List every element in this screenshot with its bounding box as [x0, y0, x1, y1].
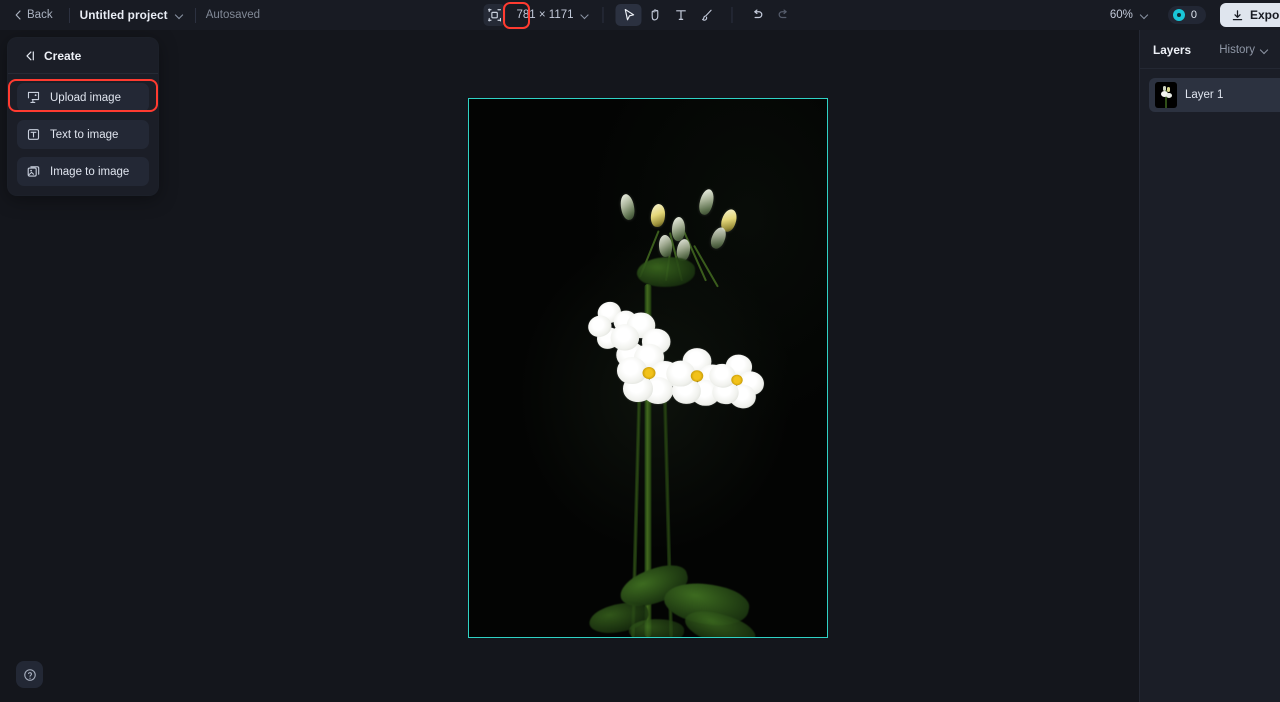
divider — [194, 7, 196, 23]
dimensions-chevron-down-icon — [582, 11, 591, 20]
download-icon — [1232, 9, 1243, 20]
create-panel-title: Create — [44, 49, 82, 63]
export-button[interactable]: Export — [1219, 3, 1280, 27]
layer-row[interactable]: Layer 1 — [1149, 78, 1280, 112]
canvas-area[interactable] — [0, 30, 1139, 702]
zoom-chevron-down-icon — [1141, 11, 1150, 20]
chevron-left-icon — [15, 10, 21, 20]
divider — [731, 7, 733, 23]
hand-tool[interactable] — [642, 4, 668, 26]
tab-layers[interactable]: Layers — [1153, 43, 1191, 57]
open-flower — [706, 351, 769, 410]
collapse-panel-icon[interactable] — [22, 50, 35, 62]
layer-name: Layer 1 — [1185, 89, 1224, 101]
help-circle-icon — [23, 668, 36, 681]
flower-center — [642, 367, 656, 379]
toolbar-right-group: 60% 0 Export — [1110, 0, 1280, 30]
artboard[interactable] — [468, 98, 828, 638]
app-root: Back Untitled project Autosaved 781 × 11… — [0, 0, 1280, 702]
divider — [68, 7, 70, 23]
create-panel: Create Upload image Text to image Image … — [7, 37, 159, 196]
layers-list: Layer 1 — [1140, 69, 1280, 112]
brush-icon — [701, 9, 712, 21]
toolbar-center-group: 781 × 1171 — [483, 0, 796, 30]
layers-panel-header: Layers History — [1140, 30, 1280, 69]
canvas-dimensions[interactable]: 781 × 1171 — [516, 9, 590, 21]
image-to-image-label: Image to image — [50, 165, 130, 178]
undo-button[interactable] — [745, 4, 771, 26]
hand-icon — [651, 9, 658, 21]
top-toolbar: Back Untitled project Autosaved 781 × 11… — [0, 0, 1280, 30]
text-to-image-button[interactable]: Text to image — [17, 120, 149, 149]
divider — [602, 7, 604, 23]
redo-icon — [778, 9, 787, 19]
frame-resize-glyph — [487, 8, 502, 22]
project-menu-chevron-down-icon[interactable] — [176, 11, 185, 20]
select-tool[interactable] — [615, 4, 642, 26]
thumbnail-bud — [1167, 87, 1170, 92]
autosave-status: Autosaved — [205, 9, 261, 21]
text-icon — [675, 10, 686, 20]
image-to-image-button[interactable]: Image to image — [17, 157, 149, 186]
canvas-image — [469, 99, 827, 637]
brush-tool[interactable] — [694, 4, 720, 26]
credits-badge[interactable]: 0 — [1167, 6, 1206, 24]
cursor-icon — [624, 8, 634, 21]
back-label: Back — [27, 9, 53, 21]
export-label: Export — [1249, 8, 1280, 22]
upload-image-label: Upload image — [50, 91, 121, 104]
undo-icon — [754, 9, 763, 19]
text-tool[interactable] — [668, 4, 694, 26]
layers-panel: Layers History Layer 1 — [1139, 30, 1280, 702]
create-panel-header: Create — [8, 38, 158, 74]
create-options-list: Upload image Text to image Image to imag… — [8, 74, 158, 186]
credits-count: 0 — [1190, 9, 1197, 21]
upload-image-button[interactable]: Upload image — [17, 83, 149, 112]
flower-center — [690, 370, 704, 382]
text-to-image-label: Text to image — [50, 128, 119, 141]
credit-coin-icon — [1172, 9, 1185, 21]
tab-history-label: History — [1219, 44, 1255, 56]
tab-history[interactable]: History — [1219, 44, 1270, 56]
text-to-image-icon — [27, 128, 40, 141]
project-title: Untitled project — [79, 8, 168, 22]
zoom-level-value: 60% — [1109, 9, 1133, 21]
layer-thumbnail — [1155, 82, 1177, 108]
redo-button[interactable] — [771, 4, 797, 26]
upload-image-icon — [27, 91, 40, 104]
frame-resize-icon[interactable] — [483, 4, 506, 26]
thumbnail-flower — [1166, 93, 1172, 98]
image-to-image-icon — [27, 165, 40, 178]
help-button[interactable] — [16, 661, 43, 688]
zoom-level-control[interactable]: 60% — [1110, 9, 1150, 21]
toolbar-left-group: Back Untitled project Autosaved — [0, 0, 260, 30]
canvas-dimensions-value: 781 × 1171 — [516, 9, 574, 21]
history-chevron-down-icon — [1261, 46, 1270, 55]
back-button[interactable]: Back — [12, 6, 59, 24]
